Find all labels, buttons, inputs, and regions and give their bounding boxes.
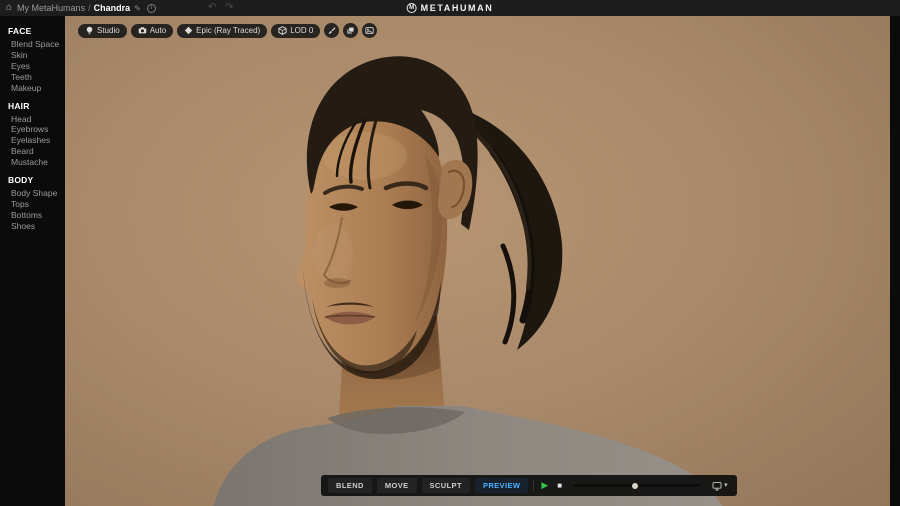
sidebar-item-makeup[interactable]: Makeup — [8, 83, 61, 94]
sidebar-item-mustache[interactable]: Mustache — [8, 157, 61, 168]
timeline-slider[interactable] — [573, 484, 701, 487]
sidebar-section-face: FACE Blend Space Skin Eyes Teeth Makeup — [8, 26, 61, 94]
sidebar-section-face-title: FACE — [8, 26, 61, 36]
sidebar-section-body: BODY Body Shape Tops Bottoms Shoes — [8, 175, 61, 232]
sidebar-section-hair-title: HAIR — [8, 101, 61, 111]
sidebar-item-blend-space[interactable]: Blend Space — [8, 39, 61, 50]
home-icon[interactable]: ⌂ — [6, 3, 12, 13]
layers-button[interactable] — [343, 23, 358, 38]
metahuman-creator-window: ⌂ My MetaHumans / Chandra ✎ i ↶ ↷ M META… — [0, 0, 900, 506]
viewport-toolbar: Studio Auto Epic (Ray Traced) LOD 0 — [78, 23, 377, 38]
breadcrumb-current-name: Chandra — [94, 3, 131, 13]
sidebar-section-body-title: BODY — [8, 175, 61, 185]
top-bar: ⌂ My MetaHumans / Chandra ✎ i ↶ ↷ M META… — [0, 0, 900, 16]
layers-icon — [346, 26, 355, 35]
preview-mode-button[interactable]: PREVIEW — [475, 478, 528, 493]
right-panel-strip — [890, 16, 900, 506]
move-mode-button[interactable]: MOVE — [377, 478, 417, 493]
sidebar-item-bottoms[interactable]: Bottoms — [8, 210, 61, 221]
paintbrush-button[interactable] — [324, 23, 339, 38]
sculpt-mode-button[interactable]: SCULPT — [422, 478, 470, 493]
sidebar-item-skin[interactable]: Skin — [8, 50, 61, 61]
sidebar-item-body-shape[interactable]: Body Shape — [8, 188, 61, 199]
blend-mode-button[interactable]: BLEND — [328, 478, 372, 493]
undo-icon[interactable]: ↶ — [208, 3, 216, 13]
camera-icon — [138, 26, 147, 35]
history-controls: ↶ ↷ — [208, 3, 234, 13]
paintbrush-icon — [327, 26, 336, 35]
play-icon[interactable]: ▶ — [539, 481, 550, 490]
breadcrumb-root[interactable]: My MetaHumans — [17, 3, 85, 13]
metahuman-logo: M METAHUMAN — [407, 0, 494, 16]
chevron-down-icon: ▾ — [724, 482, 728, 489]
lighting-label: Studio — [97, 26, 120, 35]
lod-button[interactable]: LOD 0 — [271, 24, 320, 38]
metahuman-logo-icon: M — [407, 3, 417, 13]
lighting-button[interactable]: Studio — [78, 24, 127, 38]
screenshot-button[interactable] — [362, 23, 377, 38]
app-title: METAHUMAN — [421, 3, 494, 13]
screenshot-icon — [365, 26, 374, 35]
sidebar-item-eyebrows[interactable]: Eyebrows — [8, 124, 61, 135]
lod-icon — [278, 26, 287, 35]
sidebar-item-shoes[interactable]: Shoes — [8, 221, 61, 232]
sidebar-item-head[interactable]: Head — [8, 114, 61, 125]
character-render[interactable] — [65, 16, 890, 506]
sidebar-section-hair: HAIR Head Eyebrows Eyelashes Beard Musta… — [8, 101, 61, 169]
export-button[interactable]: ▾ — [710, 481, 730, 491]
footer-divider — [533, 480, 534, 492]
mode-control-bar: BLEND MOVE SCULPT PREVIEW ▶ ■ ▾ — [321, 475, 737, 496]
quality-label: Epic (Ray Traced) — [196, 26, 260, 35]
sidebar-item-beard[interactable]: Beard — [8, 146, 61, 157]
quality-button[interactable]: Epic (Ray Traced) — [177, 24, 267, 38]
sidebar-item-tops[interactable]: Tops — [8, 199, 61, 210]
stop-icon[interactable]: ■ — [555, 482, 564, 490]
lightbulb-icon — [85, 26, 94, 35]
breadcrumb-separator: / — [88, 3, 91, 13]
quality-icon — [184, 26, 193, 35]
camera-button[interactable]: Auto — [131, 24, 173, 38]
sidebar: FACE Blend Space Skin Eyes Teeth Makeup … — [0, 16, 65, 506]
timeline-thumb[interactable] — [632, 483, 638, 489]
camera-label: Auto — [150, 26, 166, 35]
info-icon[interactable]: i — [147, 4, 156, 13]
character-viewport[interactable]: Studio Auto Epic (Ray Traced) LOD 0 — [65, 16, 890, 506]
sidebar-item-eyelashes[interactable]: Eyelashes — [8, 135, 61, 146]
sidebar-item-eyes[interactable]: Eyes — [8, 61, 61, 72]
export-icon — [712, 481, 722, 491]
edit-name-icon[interactable]: ✎ — [134, 4, 141, 13]
lod-label: LOD 0 — [290, 26, 313, 35]
sidebar-item-teeth[interactable]: Teeth — [8, 72, 61, 83]
redo-icon[interactable]: ↷ — [225, 3, 233, 13]
